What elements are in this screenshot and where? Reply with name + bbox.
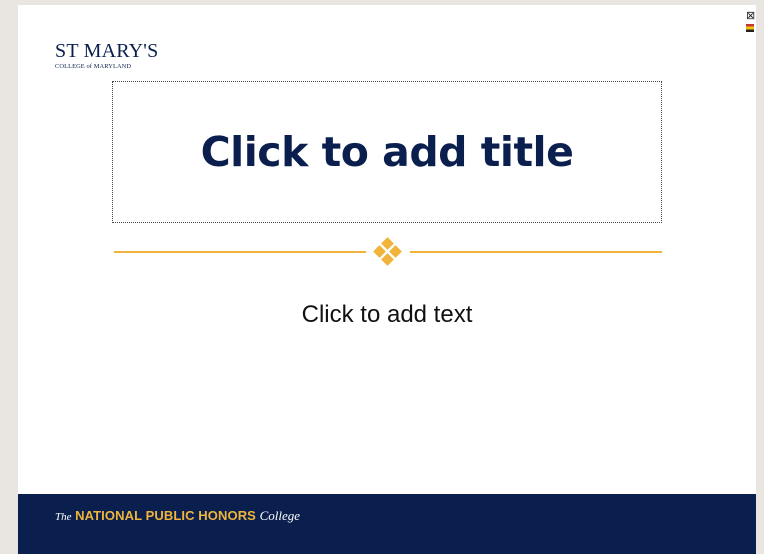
flag-icon[interactable] bbox=[746, 24, 754, 32]
logo-name-main: MARY'S bbox=[83, 40, 159, 62]
footer-name: NATIONAL PUBLIC HONORS bbox=[75, 508, 256, 523]
text-placeholder[interactable]: Click to add text bbox=[18, 301, 756, 329]
footer-prefix: The bbox=[55, 511, 72, 523]
divider-line-right bbox=[410, 251, 662, 253]
logo-wordmark: ST MARY'S bbox=[55, 41, 158, 61]
footer-bar: The NATIONAL PUBLIC HONORS College bbox=[18, 494, 756, 554]
college-logo: ST MARY'S COLLEGE of MARYLAND bbox=[55, 41, 158, 70]
close-icon[interactable]: ⊠ bbox=[746, 10, 756, 22]
slide-canvas: ST MARY'S COLLEGE of MARYLAND Click to a… bbox=[18, 5, 756, 554]
title-placeholder-text: Click to add title bbox=[200, 128, 574, 176]
divider-line-left bbox=[114, 251, 366, 253]
logo-name-prefix: ST bbox=[55, 40, 79, 62]
footer-branding: The NATIONAL PUBLIC HONORS College bbox=[55, 508, 300, 524]
logo-subtitle: COLLEGE of MARYLAND bbox=[55, 63, 132, 70]
diamond-ornament-icon bbox=[372, 237, 404, 269]
title-placeholder[interactable]: Click to add title bbox=[112, 81, 662, 223]
footer-suffix: College bbox=[259, 508, 301, 523]
side-toolbar: ⊠ bbox=[746, 10, 756, 32]
